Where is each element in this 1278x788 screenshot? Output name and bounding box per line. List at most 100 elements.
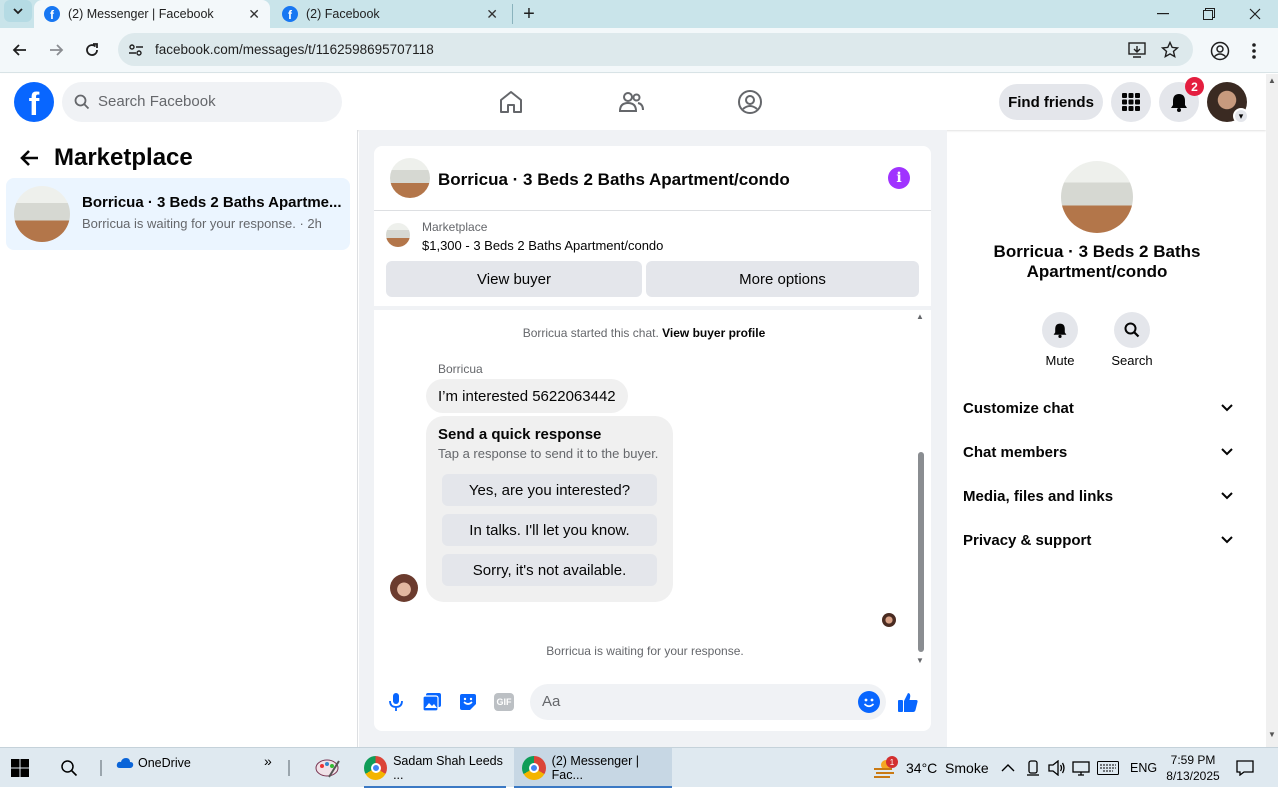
new-tab-button[interactable]: + [518, 0, 540, 28]
bell-action-button[interactable] [1042, 312, 1078, 348]
chat-members-section[interactable]: Chat members [963, 440, 1233, 464]
chat-info-panel: Borricua · 3 Beds 2 Baths Apartment/cond… [947, 146, 1247, 731]
mute-action[interactable]: Mute [1030, 312, 1090, 368]
more-menu-icon[interactable] [1250, 41, 1258, 61]
panel-title: Marketplace [54, 144, 193, 171]
quick-reply-button[interactable]: In talks. I'll let you know. [442, 514, 657, 546]
clock-date: 8/13/2025 [1166, 769, 1220, 783]
tab-search-button[interactable] [4, 0, 32, 22]
action-center-button[interactable] [1236, 748, 1254, 788]
windows-taskbar: OneDrive » Sadam Shah Leeds ... (2) Mess… [0, 747, 1278, 788]
reload-button[interactable] [78, 36, 106, 64]
bell-icon [1053, 323, 1067, 338]
search-action[interactable]: Search [1102, 312, 1162, 368]
chevron-down-icon [1221, 404, 1233, 412]
site-settings-icon[interactable] [128, 42, 144, 58]
toolbar-expand-button[interactable]: » [264, 741, 272, 781]
page-scrollbar[interactable]: ▲ ▼ [1266, 74, 1278, 747]
bookmark-star-icon[interactable] [1161, 41, 1179, 59]
chat-thumbnail[interactable] [390, 158, 430, 198]
back-button[interactable] [6, 36, 34, 64]
taskbar-app-chrome-1[interactable]: Sadam Shah Leeds ... [358, 748, 512, 788]
media-files-section[interactable]: Media, files and links [963, 484, 1233, 508]
tab-title: (2) Facebook [306, 7, 380, 21]
conversation-item[interactable]: Borricua · 3 Beds 2 Baths Apartme... Bor… [6, 178, 350, 250]
weather-widget[interactable]: 1 34°C Smoke [872, 748, 989, 788]
message-input[interactable] [542, 693, 842, 710]
attach-photo-button[interactable] [420, 690, 444, 714]
tray-icon[interactable] [1026, 748, 1040, 788]
minimize-icon [1157, 13, 1169, 15]
voice-clip-button[interactable] [384, 690, 408, 714]
onedrive-toolbar[interactable]: OneDrive [116, 743, 191, 783]
start-button[interactable] [10, 748, 30, 788]
more-options-button[interactable]: More options [646, 261, 919, 297]
tab-close-icon[interactable]: ✕ [248, 6, 260, 23]
menu-button[interactable] [1111, 82, 1151, 122]
network-button[interactable] [1072, 748, 1090, 788]
like-button[interactable] [896, 690, 920, 714]
profile-icon[interactable] [1210, 41, 1230, 61]
chat-profile-name: Borricua · 3 Beds 2 Baths Apartment/cond… [993, 242, 1201, 281]
chat-title[interactable]: Borricua · 3 Beds 2 Baths Apartment/cond… [438, 170, 790, 190]
home-nav-button[interactable] [495, 86, 527, 118]
section-label: Privacy & support [963, 531, 1092, 549]
search-input[interactable]: Search Facebook [62, 82, 342, 122]
tab-title: (2) Messenger | Facebook [68, 7, 214, 21]
scroll-down-icon[interactable]: ▼ [1268, 730, 1276, 739]
info-icon[interactable]: i [888, 167, 910, 189]
chevron-down-icon [1221, 492, 1233, 500]
url-text: facebook.com/messages/t/1162598695707118 [155, 42, 434, 57]
minimize-button[interactable] [1140, 0, 1186, 28]
volume-button[interactable] [1048, 748, 1066, 788]
scroll-down-icon[interactable]: ▼ [916, 656, 924, 665]
sticker-button[interactable] [456, 690, 480, 714]
back-arrow-button[interactable] [18, 146, 42, 170]
tab-facebook[interactable]: f (2) Facebook ✕ [272, 0, 508, 28]
pinned-app-icon[interactable] [315, 748, 341, 788]
scroll-thumb[interactable] [918, 452, 924, 652]
message-composer[interactable] [530, 684, 886, 720]
taskbar-search-button[interactable] [60, 748, 78, 788]
reload-icon [86, 43, 98, 56]
taskbar-app-chrome-2[interactable]: (2) Messenger | Fac... [514, 748, 672, 788]
find-friends-button[interactable]: Find friends [999, 84, 1103, 120]
input-language-indicator[interactable]: ENG [1130, 748, 1157, 788]
system-clock[interactable]: 7:59 PM 8/13/2025 [1160, 752, 1226, 784]
arrow-right-icon [50, 44, 64, 56]
view-buyer-profile-link[interactable]: View buyer profile [662, 326, 765, 340]
quick-response-subtitle: Tap a response to send it to the buyer. [438, 446, 659, 461]
forward-button[interactable] [42, 36, 70, 64]
quick-reply-button[interactable]: Sorry, it's not available. [442, 554, 657, 586]
restore-button[interactable] [1186, 0, 1232, 28]
gif-button[interactable]: GIF [492, 690, 516, 714]
scroll-up-icon[interactable]: ▲ [916, 312, 924, 321]
tab-messenger[interactable]: f (2) Messenger | Facebook ✕ [34, 0, 270, 28]
grid-menu-icon [1122, 93, 1140, 111]
quick-reply-button[interactable]: Yes, are you interested? [442, 474, 657, 506]
tab-close-icon[interactable]: ✕ [486, 6, 498, 23]
customize-chat-section[interactable]: Customize chat [963, 396, 1233, 420]
show-hidden-icons-button[interactable] [1001, 748, 1015, 788]
address-bar[interactable]: facebook.com/messages/t/1162598695707118 [118, 33, 1193, 66]
search-action-button[interactable] [1114, 312, 1150, 348]
scroll-up-icon[interactable]: ▲ [1268, 76, 1276, 85]
close-window-button[interactable] [1232, 0, 1278, 28]
chat-scrollbar[interactable]: ▲ ▼ [916, 312, 926, 666]
friends-nav-button[interactable] [615, 86, 647, 118]
privacy-support-section[interactable]: Privacy & support [963, 528, 1233, 552]
chat-profile-thumbnail[interactable] [1061, 161, 1133, 233]
touch-keyboard-button[interactable] [1097, 748, 1119, 788]
emoji-icon[interactable] [858, 691, 880, 713]
chat-window: Borricua · 3 Beds 2 Baths Apartment/cond… [374, 146, 931, 731]
install-app-icon[interactable] [1128, 41, 1146, 59]
facebook-logo[interactable]: f [14, 82, 54, 122]
chrome-icon [364, 756, 388, 780]
bell-icon [1171, 94, 1187, 112]
paint-app-icon [315, 759, 340, 778]
chevron-down-icon[interactable]: ▾ [1233, 108, 1249, 124]
profile-nav-button[interactable] [734, 86, 766, 118]
message-bubble: I’m interested 5622063442 [426, 379, 628, 413]
view-buyer-button[interactable]: View buyer [386, 261, 642, 297]
cloud-icon [116, 758, 134, 768]
